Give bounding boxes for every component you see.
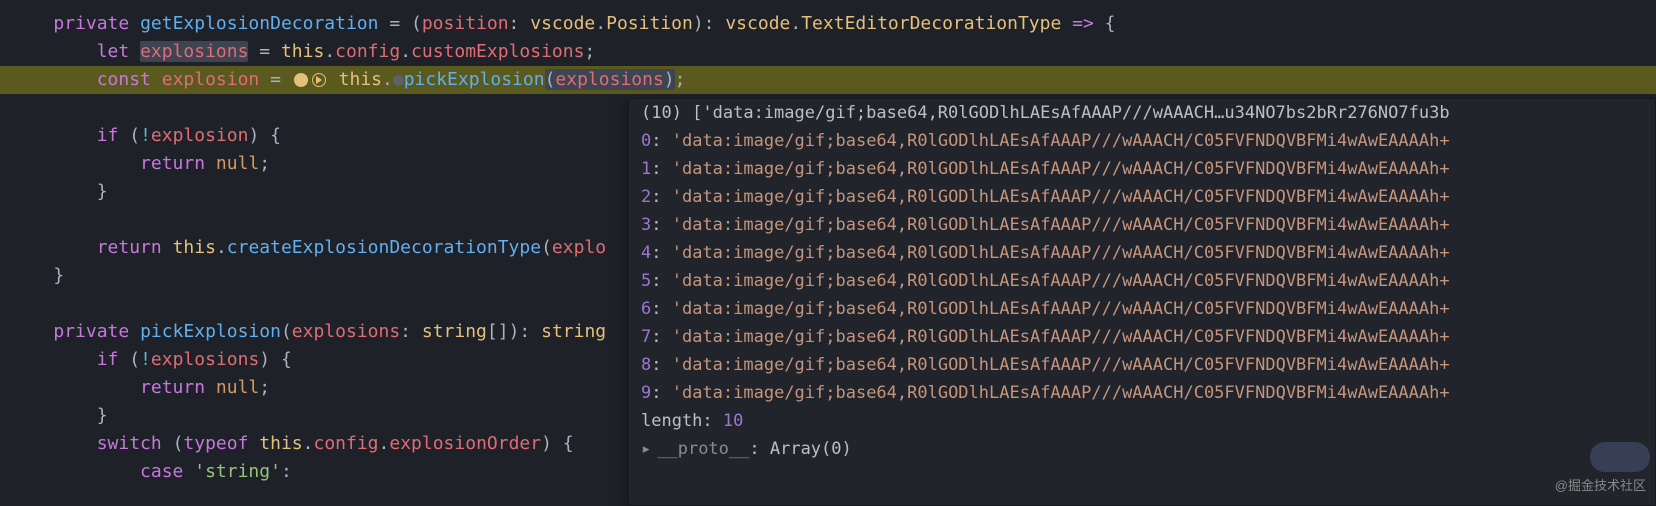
php-logo-icon — [1590, 442, 1650, 472]
debug-breakpoint-icon[interactable] — [294, 73, 308, 87]
hover-summary[interactable]: (10) ['data:image/gif;base64,R0lGODlhLAE… — [629, 99, 1655, 127]
hover-value: 'data:image/gif;base64,R0lGODlhLAEsAfAAA… — [672, 243, 1450, 263]
hover-value: 'data:image/gif;base64,R0lGODlhLAEsAfAAA… — [672, 327, 1450, 347]
hover-value: 'data:image/gif;base64,R0lGODlhLAEsAfAAA… — [672, 271, 1450, 291]
keyword-private: private — [53, 13, 129, 34]
hover-index: 5 — [641, 271, 651, 291]
hover-value: 'data:image/gif;base64,R0lGODlhLAEsAfAAA… — [672, 159, 1450, 179]
hover-index: 0 — [641, 131, 651, 151]
hover-length[interactable]: length: 10 — [629, 407, 1655, 435]
code-line-current[interactable]: const explosion = this.●pickExplosion(ex… — [0, 66, 1656, 94]
debug-hover-popup[interactable]: (10) ['data:image/gif;base64,R0lGODlhLAE… — [628, 98, 1656, 506]
expand-icon[interactable]: ▸ — [641, 439, 657, 459]
hover-index: 9 — [641, 383, 651, 403]
hover-entry[interactable]: 6: 'data:image/gif;base64,R0lGODlhLAEsAf… — [629, 295, 1655, 323]
hover-entry[interactable]: 1: 'data:image/gif;base64,R0lGODlhLAEsAf… — [629, 155, 1655, 183]
hover-index: 8 — [641, 355, 651, 375]
hover-value: 'data:image/gif;base64,R0lGODlhLAEsAfAAA… — [672, 299, 1450, 319]
hover-entry[interactable]: 7: 'data:image/gif;base64,R0lGODlhLAEsAf… — [629, 323, 1655, 351]
hover-entry[interactable]: 4: 'data:image/gif;base64,R0lGODlhLAEsAf… — [629, 239, 1655, 267]
hover-index: 1 — [641, 159, 651, 179]
hover-proto[interactable]: ▸__proto__: Array(0) — [629, 435, 1655, 463]
code-line[interactable]: let explosions = this.config.customExplo… — [0, 38, 1656, 66]
hover-value: 'data:image/gif;base64,R0lGODlhLAEsAfAAA… — [672, 131, 1450, 151]
hover-entry[interactable]: 9: 'data:image/gif;base64,R0lGODlhLAEsAf… — [629, 379, 1655, 407]
hover-value: 'data:image/gif;base64,R0lGODlhLAEsAfAAA… — [672, 383, 1450, 403]
hover-value: 'data:image/gif;base64,R0lGODlhLAEsAfAAA… — [672, 187, 1450, 207]
hover-index: 3 — [641, 215, 651, 235]
inline-hint-icon: ● — [393, 69, 404, 90]
hover-index: 7 — [641, 327, 651, 347]
hover-value: 'data:image/gif;base64,R0lGODlhLAEsAfAAA… — [672, 215, 1450, 235]
var-explosions: explosions — [140, 41, 248, 62]
watermark-text: @掘金技术社区 — [1555, 472, 1646, 500]
hover-value: 'data:image/gif;base64,R0lGODlhLAEsAfAAA… — [672, 355, 1450, 375]
code-line[interactable]: private getExplosionDecoration = (positi… — [0, 10, 1656, 38]
hover-index: 6 — [641, 299, 651, 319]
hover-entry[interactable]: 5: 'data:image/gif;base64,R0lGODlhLAEsAf… — [629, 267, 1655, 295]
hover-entry[interactable]: 2: 'data:image/gif;base64,R0lGODlhLAEsAf… — [629, 183, 1655, 211]
hover-entry[interactable]: 3: 'data:image/gif;base64,R0lGODlhLAEsAf… — [629, 211, 1655, 239]
hover-entry[interactable]: 0: 'data:image/gif;base64,R0lGODlhLAEsAf… — [629, 127, 1655, 155]
arg-explosions: explosions — [555, 69, 663, 90]
hover-entry[interactable]: 8: 'data:image/gif;base64,R0lGODlhLAEsAf… — [629, 351, 1655, 379]
hover-index: 4 — [641, 243, 651, 263]
function-name: getExplosionDecoration — [140, 13, 378, 34]
debug-step-icon[interactable] — [312, 73, 326, 87]
param-position: position — [422, 13, 509, 34]
hover-index: 2 — [641, 187, 651, 207]
